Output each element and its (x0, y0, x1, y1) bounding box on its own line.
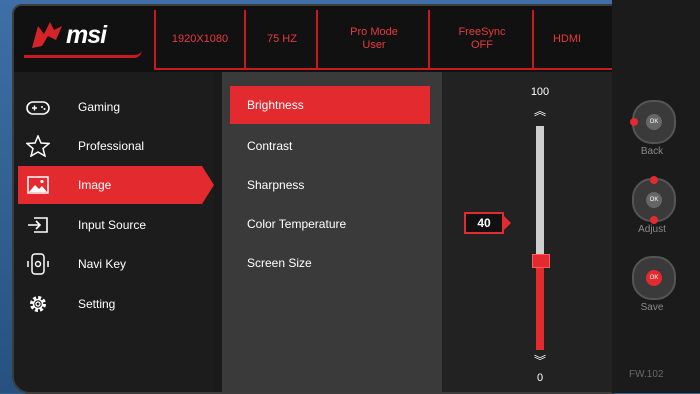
submenu-item-brightness[interactable]: Brightness (230, 86, 430, 124)
main-menu: Gaming Professional Image Input Source N… (14, 72, 214, 392)
chevron-down-icon[interactable]: ︾ (530, 352, 550, 369)
menu-item-setting[interactable]: Setting (14, 285, 214, 323)
chevron-up-icon[interactable]: ︽ (530, 102, 550, 119)
image-icon (27, 176, 49, 194)
back-key-label: Back (640, 146, 664, 157)
adjust-key-icon: OK (632, 176, 676, 224)
save-key-label: Save (640, 302, 664, 313)
slider-panel: 100 ︽ 40 ︾ 0 (442, 72, 614, 392)
menu-item-input-source[interactable]: Input Source (14, 206, 214, 244)
slider-max-label: 100 (530, 86, 550, 98)
slider-min-label: 0 (536, 372, 544, 384)
status-strip: 1920X1080 75 HZ Pro Mode User FreeSync O… (154, 10, 612, 70)
menu-item-navi-key[interactable]: Navi Key (14, 245, 214, 283)
slider-fill (536, 260, 544, 350)
status-freesync: FreeSync OFF (428, 10, 534, 68)
menu-item-gaming[interactable]: Gaming (14, 88, 214, 126)
slider-knob[interactable] (532, 254, 550, 268)
star-icon (26, 135, 50, 157)
dragon-icon (32, 22, 62, 48)
save-key-icon: OK (632, 256, 676, 300)
submenu-item-color-temperature[interactable]: Color Temperature (230, 205, 430, 243)
logo-text: msi (66, 21, 107, 49)
gear-icon (30, 296, 46, 312)
submenu-item-sharpness[interactable]: Sharpness (230, 166, 430, 204)
osd-panel: msi 1920X1080 75 HZ Pro Mode User FreeSy… (12, 4, 616, 394)
status-input: HDMI (532, 10, 600, 68)
sub-menu: Brightness Contrast Sharpness Color Temp… (222, 72, 442, 392)
screen-background: msi 1920X1080 75 HZ Pro Mode User FreeSy… (0, 0, 700, 394)
submenu-item-contrast[interactable]: Contrast (230, 127, 430, 165)
status-resolution: 1920X1080 (171, 32, 229, 45)
navi-key-icon (27, 253, 49, 275)
msi-logo: msi (24, 15, 142, 58)
back-key-icon: OK (630, 100, 676, 144)
input-source-icon (28, 217, 48, 233)
top-bar: msi 1920X1080 75 HZ Pro Mode User FreeSy… (14, 6, 614, 72)
brightness-slider-track[interactable] (532, 126, 550, 350)
adjust-key-label: Adjust (638, 224, 666, 235)
firmware-version: FW.102 (629, 369, 664, 380)
slider-value-box: 40 (464, 212, 511, 234)
active-arrow (202, 166, 214, 204)
gamepad-icon (26, 101, 50, 115)
menu-item-professional[interactable]: Professional (14, 127, 214, 165)
status-refresh-rate: 75 HZ (244, 10, 318, 68)
submenu-item-screen-size[interactable]: Screen Size (230, 244, 430, 282)
status-pro-mode: Pro Mode User (316, 10, 430, 68)
hardware-key-guide: OK Back OK Adjust OK Save FW.102 (612, 0, 700, 393)
menu-item-image[interactable]: Image (14, 166, 214, 204)
